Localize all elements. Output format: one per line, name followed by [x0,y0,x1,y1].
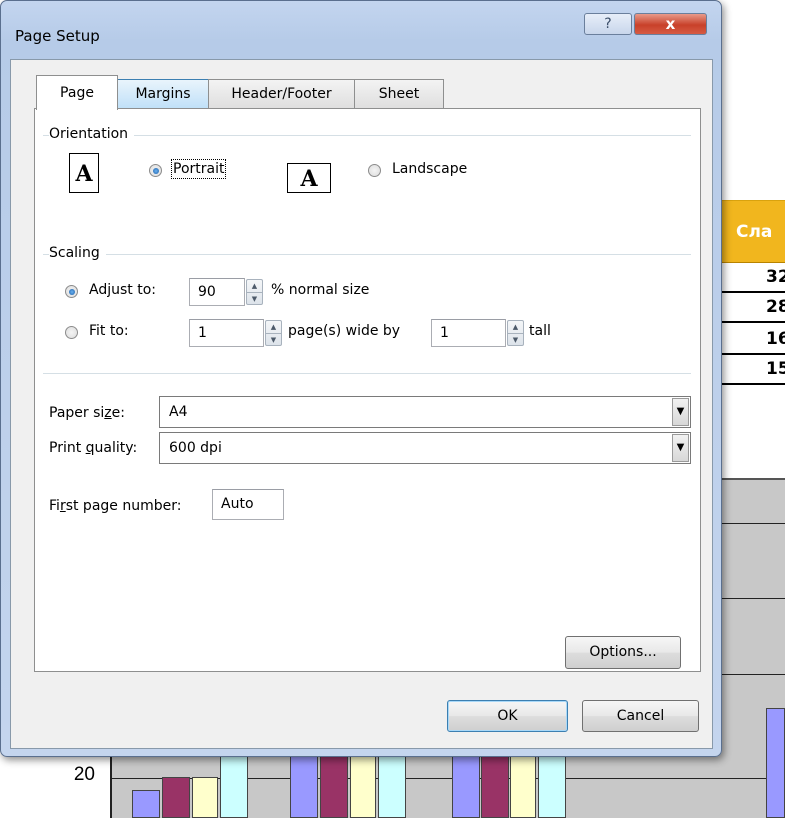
fit-tall-input[interactable]: 1 [431,319,506,347]
print-quality-select[interactable]: 600 dpi ▼ [159,432,691,464]
help-icon: ? [604,16,612,32]
tab-label: Sheet [378,86,420,102]
table-cell: 15 [712,355,785,385]
adjust-to-suffix: % normal size [271,282,370,298]
spinner-up-icon[interactable]: ▲ [266,321,281,334]
spinner-down-icon[interactable]: ▼ [247,293,262,305]
adjust-to-spinner[interactable]: ▲ ▼ [246,279,263,305]
close-icon: x [665,15,676,33]
chart-bar [378,750,406,818]
chart-bar [192,777,218,818]
spinner-down-icon[interactable]: ▼ [266,334,281,346]
axis-tick-label: 20 [73,764,95,785]
portrait-radio[interactable] [149,164,162,177]
chart-bar [132,790,160,818]
tab-label: Margins [135,86,191,102]
ok-button[interactable]: OK [447,700,568,732]
tab-sheet[interactable]: Sheet [354,79,444,109]
chevron-down-icon[interactable]: ▼ [672,434,689,462]
portrait-icon: A [69,153,99,193]
group-divider [43,373,691,374]
spinner-up-icon[interactable]: ▲ [508,321,523,334]
close-button[interactable]: x [634,13,707,35]
tab-label: Page [60,85,94,101]
group-divider [43,135,691,136]
landscape-radio[interactable] [368,164,381,177]
chart-bar [510,750,536,818]
tab-page[interactable]: Page [36,75,118,110]
tab-margins[interactable]: Margins [117,79,209,109]
chart-bar [220,750,248,818]
first-page-number-input[interactable]: Auto [212,489,284,520]
table-header-cell: Сла [712,200,785,263]
tab-label: Header/Footer [231,86,332,102]
options-button[interactable]: Options... [565,636,681,669]
adjust-to-label[interactable]: Adjust to: [89,282,156,298]
fit-tall-spinner[interactable]: ▲ ▼ [507,320,524,346]
table-cell: 28 [712,293,785,323]
chart-bar [481,750,509,818]
chevron-down-icon[interactable]: ▼ [672,398,689,426]
scaling-group-label: Scaling [49,245,106,261]
fit-tall-suffix: tall [529,323,551,339]
table-cell: 16 [712,325,785,355]
print-quality-label: Print quality: [49,440,138,456]
fit-to-radio[interactable] [65,326,78,339]
group-divider [43,254,691,255]
first-page-number-label: First page number: [49,498,182,514]
orientation-group-label: Orientation [49,126,135,142]
help-button[interactable]: ? [584,13,632,35]
fit-wide-input[interactable]: 1 [189,319,264,347]
dialog-title: Page Setup [15,27,100,45]
page-setup-dialog: Page Setup ? x Page Margins Header/Foote… [0,0,722,757]
fit-wide-suffix: page(s) wide by [288,323,401,339]
paper-size-select[interactable]: A4 ▼ [159,396,691,428]
chart-bar [162,777,190,818]
fit-wide-spinner[interactable]: ▲ ▼ [265,320,282,346]
chart-bar [538,750,566,818]
dialog-titlebar[interactable]: Page Setup ? x [1,1,721,59]
dialog-client-area: Page Margins Header/Footer Sheet Orienta… [10,59,713,749]
chart-bar [320,750,348,818]
paper-size-value: A4 [169,404,188,420]
landscape-label[interactable]: Landscape [392,161,467,177]
spinner-down-icon[interactable]: ▼ [508,334,523,346]
fit-to-label[interactable]: Fit to: [89,323,129,339]
adjust-to-input[interactable]: 90 [189,278,245,306]
tab-panel-page: Orientation A Portrait A Landscape Scali… [34,108,701,672]
cancel-button[interactable]: Cancel [582,700,699,732]
portrait-label[interactable]: Portrait [170,159,227,179]
spinner-up-icon[interactable]: ▲ [247,280,262,293]
landscape-icon: A [287,163,331,193]
chart-bar [766,708,785,818]
chart-y-axis [110,750,112,818]
table-cell: 32 [712,263,785,293]
chart-bar [452,750,480,818]
tab-header-footer[interactable]: Header/Footer [208,79,355,109]
paper-size-label: Paper size: [49,405,125,421]
chart-bar [290,750,318,818]
chart-bar [350,750,376,818]
adjust-to-radio[interactable] [65,285,78,298]
print-quality-value: 600 dpi [169,440,222,456]
